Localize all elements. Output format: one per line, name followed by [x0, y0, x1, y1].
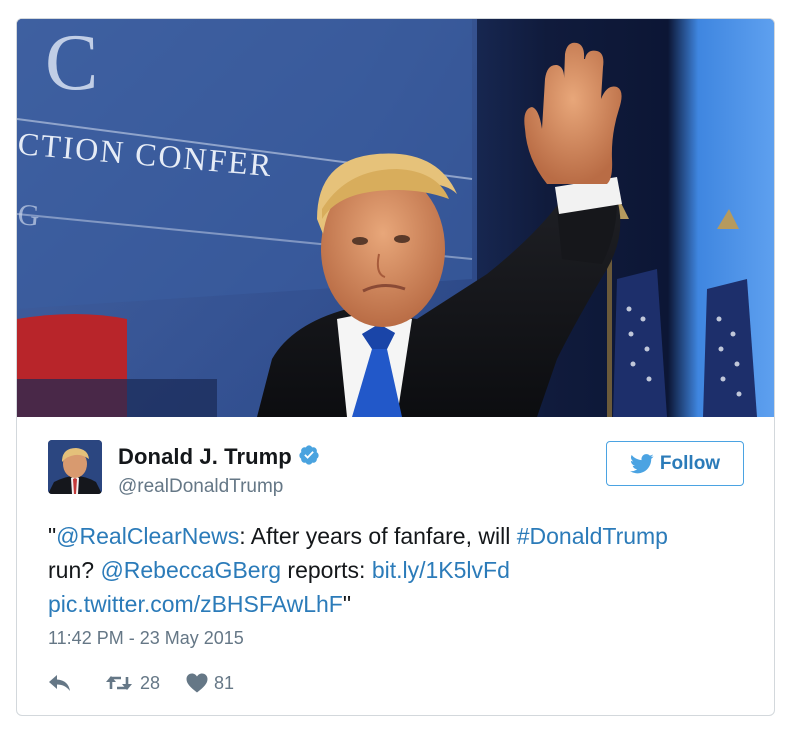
quote-open: " — [48, 523, 57, 549]
tweet-header: Donald J. Trump @realDonaldTrump Follow — [48, 440, 746, 500]
retweet-button[interactable]: 28 — [104, 673, 160, 694]
follow-button[interactable]: Follow — [606, 441, 744, 486]
author-info: Donald J. Trump @realDonaldTrump — [118, 444, 320, 498]
follow-label: Follow — [659, 452, 721, 474]
reply-icon — [49, 675, 70, 691]
like-button[interactable]: 81 — [186, 673, 234, 694]
hashtag-donaldtrump[interactable]: #DonaldTrump — [517, 523, 668, 549]
author-display-name[interactable]: Donald J. Trump — [118, 444, 292, 469]
tweet-card: C CTION CONFER G Donald J. Trump @realDo… — [16, 18, 775, 716]
heart-icon — [186, 673, 208, 693]
tweet-photo[interactable]: C CTION CONFER G — [17, 19, 774, 417]
tweet-actions: 28 81 — [48, 670, 234, 696]
retweet-icon — [106, 676, 132, 690]
avatar-image — [48, 440, 102, 494]
mention-rebeccagberg[interactable]: @RebeccaGBerg — [100, 557, 281, 583]
tweet-text-part-1: : After years of fanfare, will — [239, 523, 517, 549]
tweet-text: "@RealClearNews: After years of fanfare,… — [48, 519, 748, 621]
tweet-text-part-2: run? — [48, 557, 101, 583]
retweet-count: 28 — [140, 672, 161, 693]
author-avatar[interactable] — [48, 440, 102, 494]
photo-illustration: C CTION CONFER G — [17, 19, 774, 417]
sign-letter: C — [45, 19, 98, 107]
verified-badge-icon — [299, 445, 319, 465]
like-count: 81 — [214, 672, 235, 693]
reply-button[interactable] — [48, 674, 72, 692]
mention-realclearnews[interactable]: @RealClearNews — [56, 523, 239, 549]
tweet-text-part-3: reports: — [281, 557, 372, 583]
pic-link[interactable]: pic.twitter.com/zBHSFAwLhF — [48, 591, 343, 617]
twitter-bird-icon — [629, 453, 654, 473]
quote-close: " — [342, 591, 352, 617]
short-link[interactable]: bit.ly/1K5lvFd — [372, 557, 510, 583]
author-handle[interactable]: @realDonaldTrump — [118, 476, 320, 498]
tweet-timestamp[interactable]: 11:42 PM - 23 May 2015 — [48, 628, 244, 649]
sign-line-2: G — [17, 198, 41, 233]
